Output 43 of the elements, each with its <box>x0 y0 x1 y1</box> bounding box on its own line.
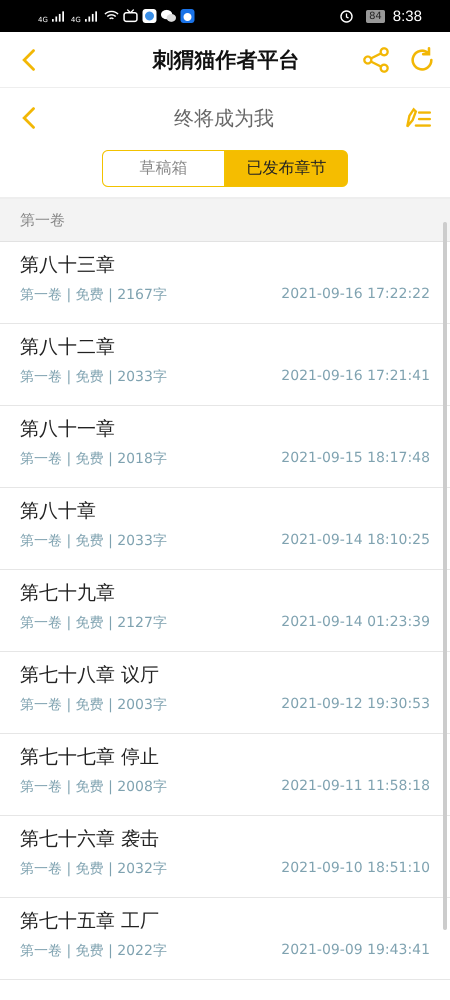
chapter-title: 第八十二章 <box>20 335 116 360</box>
chapter-title: 第八十一章 <box>20 417 116 442</box>
chapter-info: 第一卷 | 免费 | 2018字 <box>20 450 167 468</box>
book-title: 终将成为我 <box>174 104 274 132</box>
publish-time: 2021-09-16 17:22:22 <box>281 286 430 304</box>
chapter-info: 第一卷 | 免费 | 2032字 <box>20 860 167 878</box>
publish-time: 2021-09-09 19:43:41 <box>281 942 430 960</box>
publish-time: 2021-09-10 18:51:10 <box>281 860 430 878</box>
publish-time: 2021-09-16 17:21:41 <box>281 368 430 386</box>
chapter-info: 第一卷 | 免费 | 2008字 <box>20 778 167 796</box>
publish-time: 2021-09-14 01:23:39 <box>281 614 430 632</box>
chapter-title: 第八十章 <box>20 499 97 524</box>
tab[interactable]: 草稿箱 <box>102 150 225 187</box>
app-title: 刺猬猫作者平台 <box>152 46 300 74</box>
publish-time: 2021-09-14 18:10:25 <box>281 532 430 550</box>
tab[interactable]: 已发布章节 <box>225 150 348 187</box>
app-icon <box>142 9 157 23</box>
signal-icon <box>52 10 64 22</box>
share-icon[interactable] <box>362 46 390 74</box>
alarm-icon <box>339 9 354 23</box>
chapter-title: 第七十六章 袭击 <box>20 827 160 852</box>
chapter-info: 第一卷 | 免费 | 2033字 <box>20 532 167 550</box>
chapter-info: 第一卷 | 免费 | 2003字 <box>20 696 167 714</box>
chapter-title: 第七十七章 停止 <box>20 745 160 770</box>
clock-time: 8:38 <box>392 8 422 24</box>
publish-time: 2021-09-15 18:17:48 <box>281 450 430 468</box>
chapter-info: 第一卷 | 免费 | 2033字 <box>20 368 167 386</box>
chapter-title: 第七十九章 <box>20 581 116 606</box>
chapter-title: 第八十三章 <box>20 253 116 278</box>
chapter-title: 第七十八章 议厅 <box>20 663 160 688</box>
chapter-info: 第一卷 | 免费 | 2167字 <box>20 286 167 304</box>
publish-time: 2021-09-11 11:58:18 <box>281 778 430 796</box>
signal-icon <box>84 10 97 22</box>
battery-level: 84 <box>366 10 385 22</box>
volume-title: 第一卷 <box>20 210 65 230</box>
chapter-title: 第七十五章 工厂 <box>20 909 160 934</box>
app-icon <box>180 9 195 23</box>
scrollbar[interactable] <box>443 222 447 930</box>
publish-time: 2021-09-12 19:30:53 <box>281 696 430 714</box>
chapter-info: 第一卷 | 免费 | 2022字 <box>20 942 167 960</box>
chapter-info: 第一卷 | 免费 | 2127字 <box>20 614 167 632</box>
chat-icon <box>160 9 176 23</box>
tv-icon <box>122 9 138 23</box>
